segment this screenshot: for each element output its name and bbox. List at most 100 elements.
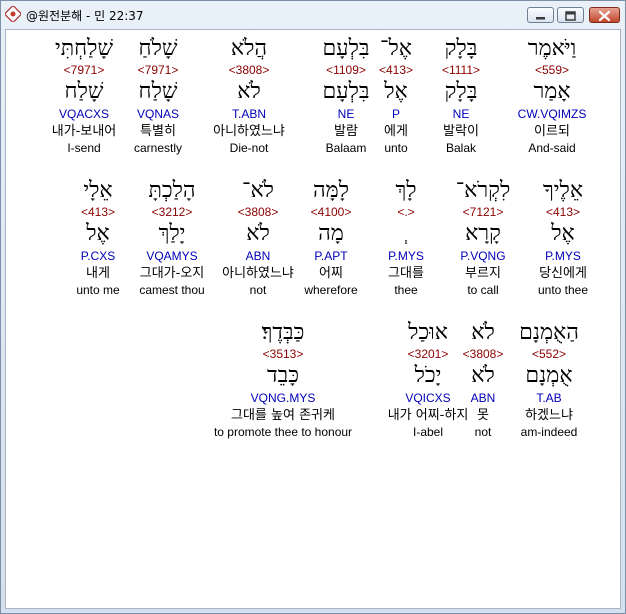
close-icon xyxy=(598,10,611,22)
word-column[interactable]: בָּלָק <1111> בָּלָק NE 발락이 Balak xyxy=(424,36,498,156)
word-column[interactable]: לָךְ <.>ְP.MYS 그대를 thee xyxy=(376,178,436,298)
korean-gloss: 내가 어찌-하지 xyxy=(387,408,469,423)
hebrew-word: הֲלֹא xyxy=(230,36,268,61)
hebrew-lemma: אֶל xyxy=(551,221,575,246)
hebrew-lemma: בִּלְעָם xyxy=(322,79,370,104)
hebrew-word: לִקְרֹא־ xyxy=(455,178,511,203)
hebrew-lemma: בָּלָק xyxy=(444,79,478,104)
word-column[interactable]: כַּבְּדֶךָ׃ <3513> כָּבֵד VQNG.MYS 그대를 높여 존귀… xyxy=(204,320,362,440)
word-column[interactable]: הֲלֹא <3808> לֹא T.ABN 아니하였느냐 Die-not xyxy=(200,36,298,156)
korean-gloss: 그대를 xyxy=(388,266,424,281)
hebrew-word: וַיֹּאמֶר xyxy=(527,36,577,61)
morphology-code: P.MYS xyxy=(545,249,581,263)
strong-number: <3808> xyxy=(228,63,270,77)
english-gloss: unto thee xyxy=(537,283,589,297)
korean-gloss: 당신에게 xyxy=(539,266,587,281)
strong-number: <7121> xyxy=(462,205,504,219)
english-gloss: unto me xyxy=(76,283,120,297)
morphology-code: VQACXS xyxy=(58,107,109,121)
hebrew-word: לֹא־ xyxy=(242,178,274,203)
hebrew-word: אֵלֶיךָ xyxy=(542,178,584,203)
english-gloss: I-send xyxy=(67,141,101,155)
app-window: @원전분해 - 민 22:37 וַיֹּאמֶר <559> אָמַר CW.VQ… xyxy=(0,0,626,614)
korean-gloss: 발람 xyxy=(334,124,358,139)
word-column[interactable]: וַיֹּאמֶר <559> אָמַר CW.VQIMZS 이르되 And-said xyxy=(504,30,600,172)
morphology-code: ABN xyxy=(245,249,271,263)
strong-number: <413> xyxy=(80,205,116,219)
word-column[interactable]: אֵלֶיךָ <413> אֶל P.MYS 당신에게 unto thee xyxy=(523,178,603,298)
hebrew-word: בִּלְעָם xyxy=(322,36,370,61)
morphology-code: P.VQNG xyxy=(460,249,506,263)
english-gloss: I-abel xyxy=(412,425,444,439)
strong-number: <552> xyxy=(531,347,567,361)
hebrew-lemma: קָרָא xyxy=(465,221,501,246)
hebrew-word: לָךְ xyxy=(395,178,417,203)
morphology-code: P.CXS xyxy=(80,249,116,263)
morphology-code: VQNG.MYS xyxy=(250,391,316,405)
strong-number: <1111> xyxy=(441,63,481,77)
word-column[interactable]: אֵלָי <413> אֶל P.CXS 내게 unto me xyxy=(50,178,146,298)
english-gloss: thee xyxy=(394,283,418,297)
word-column[interactable]: שָׁלַחְתִּי <7971> שָׁלַח VQACXS 내가-보내어 I-sen… xyxy=(36,36,132,156)
word-column[interactable]: לֹא־ <3808> לֹא ABN 아니하였느냐 not xyxy=(212,178,304,298)
hebrew-word: אוּכַל xyxy=(408,320,448,345)
word-column[interactable]: לִקְרֹא־ <7121> קָרָא P.VQNG 부르지 to call xyxy=(446,178,520,298)
hebrew-word: אֵלָי xyxy=(83,178,113,203)
morphology-code: NE xyxy=(452,107,470,121)
close-button[interactable] xyxy=(589,7,620,23)
korean-gloss: 내게 xyxy=(86,266,110,281)
strong-number: <413> xyxy=(545,205,581,219)
hebrew-lemma: אָמַר xyxy=(533,79,571,104)
hebrew-lemma: לֹא xyxy=(246,221,270,246)
morphology-code: T.ABN xyxy=(231,107,266,121)
korean-gloss: 이르되 xyxy=(534,124,570,139)
hebrew-lemma: כָּבֵד xyxy=(267,363,299,388)
hebrew-lemma: יָכֹל xyxy=(414,363,442,388)
minimize-icon xyxy=(536,17,545,20)
word-column[interactable]: הַאֻמְנָם <552> אֻמְנָם T.AB 하겠느냐 am-indeed xyxy=(508,320,590,440)
korean-gloss: 하겠느냐 xyxy=(525,408,573,423)
strong-number: <1109> xyxy=(326,63,366,77)
hebrew-word: בָּלָק xyxy=(444,36,478,61)
english-gloss: am-indeed xyxy=(520,425,578,439)
strong-number: <3808> xyxy=(237,205,279,219)
morphology-code: CW.VQIMZS xyxy=(517,107,587,121)
english-gloss: Balak xyxy=(445,141,477,155)
morphology-code: NE xyxy=(337,107,355,121)
korean-gloss: 아니하였느냐 xyxy=(213,124,285,139)
english-gloss: Die-not xyxy=(229,141,269,155)
korean-gloss: 그대를 높여 존귀케 xyxy=(231,408,335,423)
word-column[interactable]: בִּלְעָם <1109> בִּלְעָם NE 발람 Balaam xyxy=(306,36,386,156)
strong-number: <559> xyxy=(534,63,570,77)
hebrew-lemma: אֻמְנָם xyxy=(525,363,573,388)
hebrew-lemma: אֶל xyxy=(86,221,110,246)
maximize-button[interactable] xyxy=(557,7,584,23)
morphology-code: T.AB xyxy=(536,391,562,405)
maximize-icon xyxy=(565,11,576,21)
minimize-button[interactable] xyxy=(527,7,554,23)
korean-gloss: 아니하였느냐 xyxy=(222,266,294,281)
english-gloss: to call xyxy=(467,283,499,297)
korean-gloss: 발락이 xyxy=(443,124,479,139)
korean-gloss: 부르지 xyxy=(465,266,501,281)
morphology-code: VQICXS xyxy=(405,391,451,405)
morphology-code: P.MYS xyxy=(388,249,424,263)
hebrew-word: כַּבְּדֶךָ׃ xyxy=(261,320,305,345)
korean-gloss: 내가-보내어 xyxy=(51,124,117,139)
strong-number: <7971> xyxy=(63,63,105,77)
english-gloss: not xyxy=(249,283,267,297)
strong-number: <3201> xyxy=(407,347,449,361)
english-gloss: And-said xyxy=(528,141,576,155)
word-column[interactable]: אוּכַל <3201> יָכֹל VQICXS 내가 어찌-하지 I-abel xyxy=(374,320,482,440)
hebrew-lemma: לֹא xyxy=(237,79,261,104)
interlinear-panel: וַיֹּאמֶר <559> אָמַר CW.VQIMZS 이르되 And-said ב… xyxy=(5,29,621,609)
app-icon xyxy=(5,6,21,22)
strong-number: <.> xyxy=(397,205,415,219)
hebrew-word: שָׁלַחְתִּי xyxy=(54,36,114,61)
english-gloss: to promote thee to honour xyxy=(213,425,353,439)
window-title: @원전분해 - 민 22:37 xyxy=(26,9,144,23)
title-bar[interactable]: @원전분해 - 민 22:37 xyxy=(1,1,625,29)
hebrew-lemma: שָׁלַח xyxy=(64,79,104,104)
hebrew-word: הַאֻמְנָם xyxy=(519,320,579,345)
strong-number: <3513> xyxy=(262,347,304,361)
